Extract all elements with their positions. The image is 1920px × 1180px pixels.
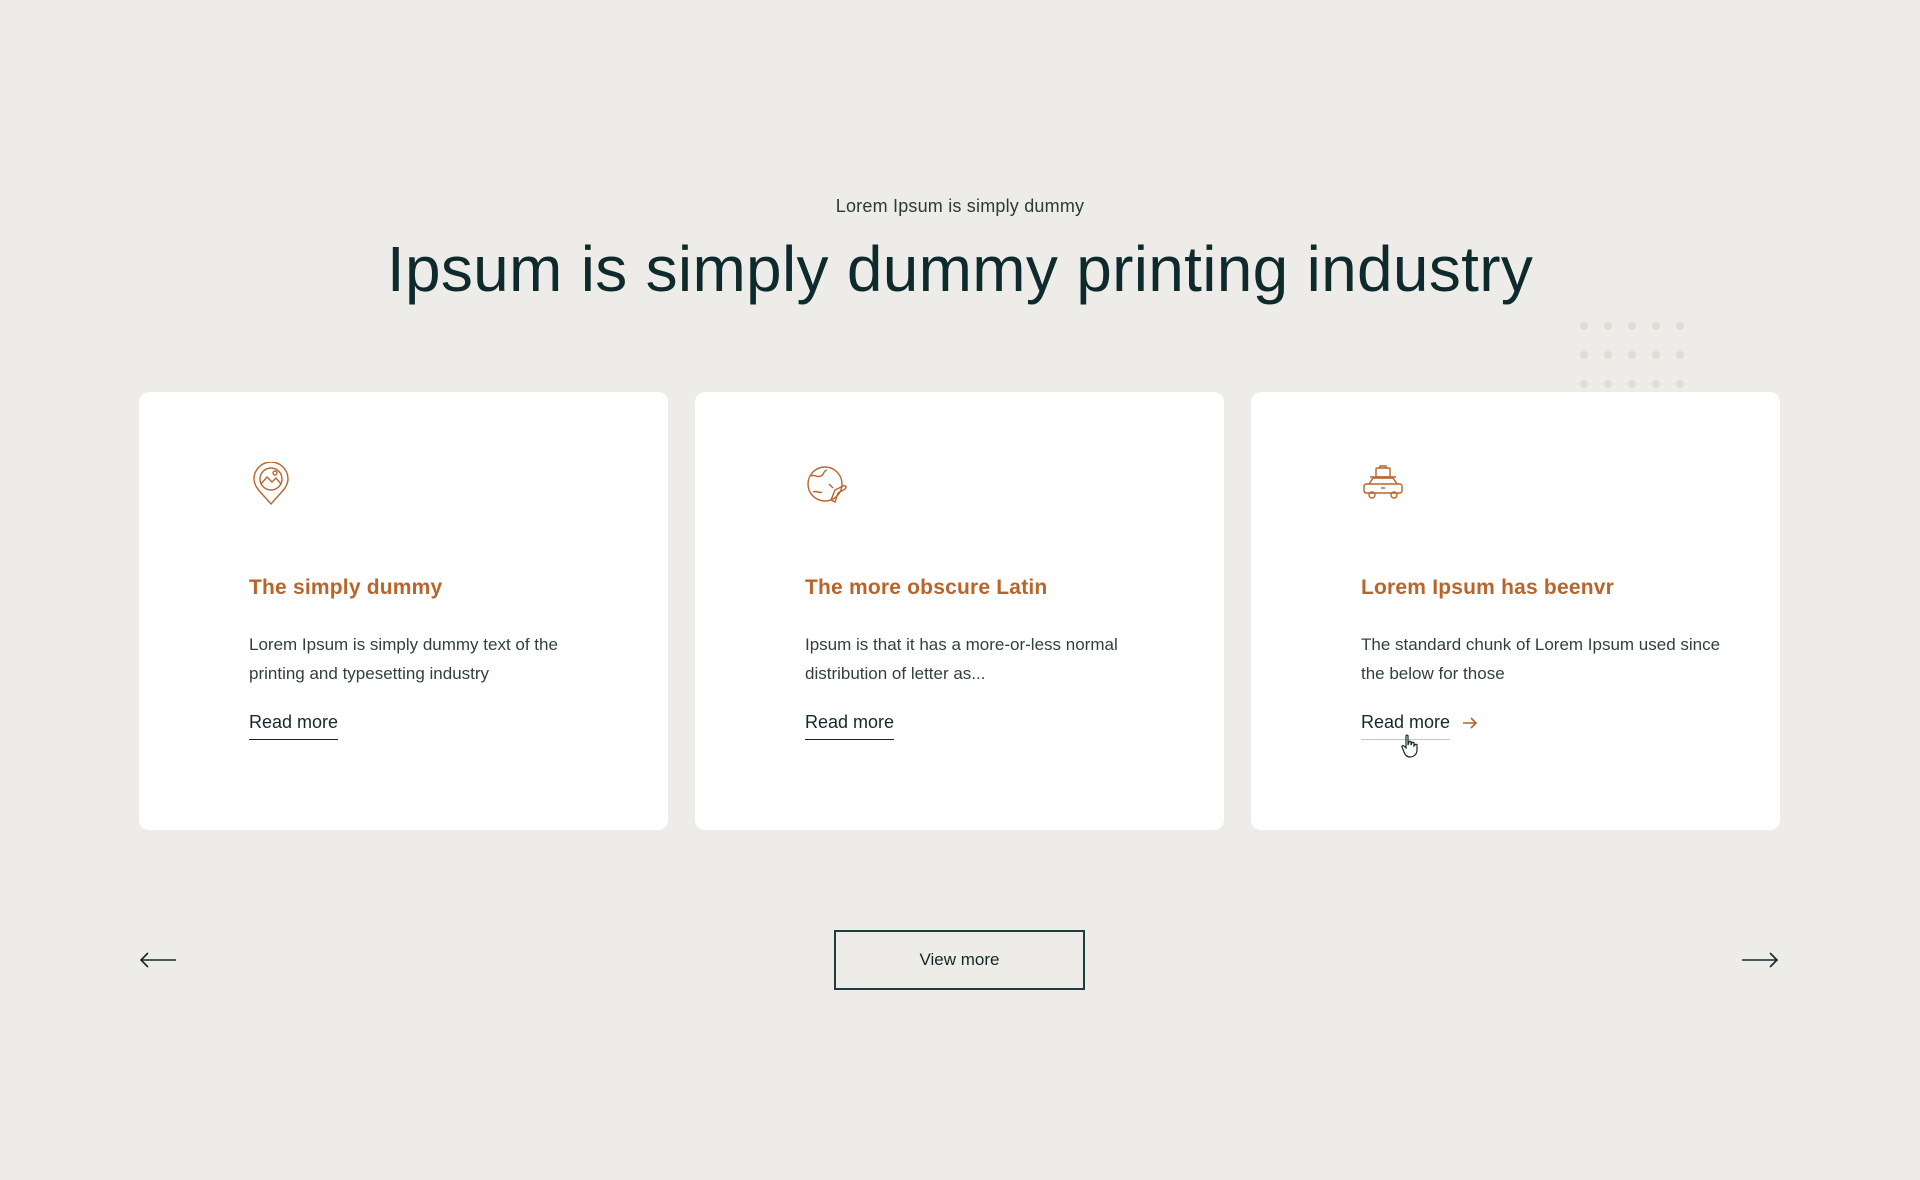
section-headline: Ipsum is simply dummy printing industry (386, 233, 1534, 305)
service-card-3: Lorem Ipsum has beenvr The standard chun… (1251, 392, 1780, 830)
globe-airplane-icon (805, 462, 849, 506)
read-more-label: Read more (805, 712, 895, 740)
read-more-link[interactable]: Read more (249, 712, 339, 740)
hand-cursor-icon (1401, 734, 1418, 758)
arrow-right-icon (1463, 717, 1478, 729)
service-card-2: The more obscure Latin Ipsum is that it … (695, 392, 1224, 830)
services-section: Lorem Ipsum is simply dummy Ipsum is sim… (0, 0, 1920, 1180)
card-title: Lorem Ipsum has beenvr (1361, 576, 1614, 599)
card-description: Ipsum is that it has a more-or-less norm… (805, 635, 1118, 683)
section-eyebrow: Lorem Ipsum is simply dummy (835, 196, 1085, 216)
decorative-dot-grid (1580, 322, 1692, 388)
card-description: Lorem Ipsum is simply dummy text of the … (249, 635, 558, 683)
arrow-left-icon[interactable] (138, 948, 178, 972)
car-luggage-icon (1361, 462, 1405, 506)
card-title: The more obscure Latin (805, 576, 1048, 599)
read-more-label: Read more (249, 712, 339, 740)
arrow-right-icon[interactable] (1740, 948, 1780, 972)
read-more-link[interactable]: Read more (805, 712, 895, 740)
card-description: The standard chunk of Lorem Ipsum used s… (1361, 635, 1721, 683)
location-pin-landscape-icon (249, 461, 293, 506)
card-title: The simply dummy (249, 576, 443, 599)
service-card-1: The simply dummy Lorem Ipsum is simply d… (139, 392, 668, 830)
view-more-button[interactable]: View more (834, 930, 1085, 990)
